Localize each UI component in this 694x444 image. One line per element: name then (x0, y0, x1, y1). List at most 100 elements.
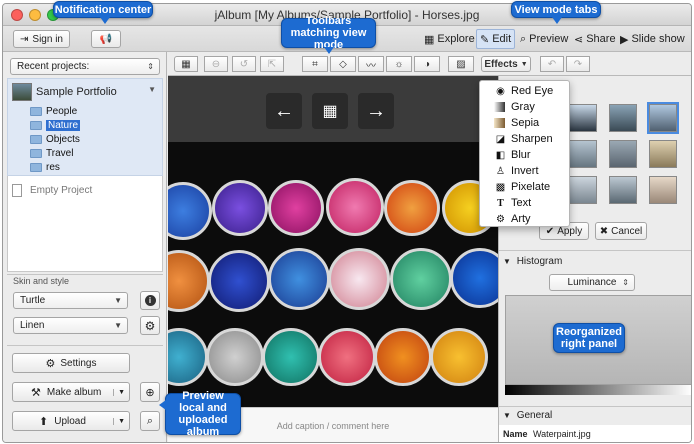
menu-item-label: Text (511, 197, 532, 209)
folder-icon (30, 163, 42, 172)
menu-item-text[interactable]: T Text (494, 195, 531, 211)
cancel-button[interactable]: ✖ Cancel (595, 222, 647, 240)
crop-button[interactable]: ⌗ (302, 56, 328, 72)
curves-button[interactable]: 〰 (358, 56, 384, 72)
effect-preview-thumb[interactable] (649, 176, 677, 204)
thumbnails-view-button[interactable]: ▦ (174, 56, 198, 72)
menu-item-label: Arty (511, 213, 531, 225)
folder-nature[interactable]: Nature (30, 119, 81, 132)
histogram-header[interactable]: ▼ Histogram (503, 256, 562, 267)
folder-travel[interactable]: Travel (30, 147, 73, 160)
checkmark-icon: ✔ (545, 225, 555, 237)
chevron-down-icon[interactable]: ▼ (113, 388, 125, 396)
callout-text: View mode tabs (514, 3, 598, 16)
skin-select[interactable]: Turtle ▼ (13, 292, 128, 309)
effect-preview-thumb[interactable] (569, 140, 597, 168)
callout-notification-center: Notification center (53, 1, 153, 24)
skin-settings-button[interactable]: ⚙ (140, 316, 160, 335)
document-icon (12, 184, 22, 197)
preview-uploaded-button[interactable]: ⌕ (140, 411, 160, 431)
tab-preview[interactable]: ⌕ Preview (517, 29, 571, 49)
next-image-button[interactable]: → (358, 93, 394, 129)
folder-objects[interactable]: Objects (30, 133, 80, 146)
general-properties: Name Waterpaint.jpg (499, 425, 691, 442)
project-dropdown-icon[interactable]: ▼ (148, 85, 156, 94)
tab-explore[interactable]: ▦ Explore (421, 29, 478, 49)
effects-button[interactable]: Effects ▼ (481, 56, 531, 72)
tab-edit[interactable]: ✎ Edit (476, 29, 516, 49)
image-adjust-button[interactable]: ▨ (448, 56, 474, 72)
rotate-left-icon: ↺ (239, 58, 249, 70)
skin-info-button[interactable]: i (140, 291, 160, 310)
brightness-button[interactable]: ☼ (386, 56, 412, 72)
general-header[interactable]: ▼ General (503, 410, 552, 421)
effect-preview-thumb[interactable] (609, 104, 637, 132)
grid-icon: ▦ (424, 33, 435, 46)
sun-icon: ☼ (394, 58, 404, 70)
arrow-right-icon: → (366, 99, 386, 122)
gray-swatch-icon (494, 102, 505, 112)
settings-button[interactable]: ⚙ Settings (12, 353, 130, 373)
menu-item-sepia[interactable]: Sepia (494, 115, 539, 131)
general-label: General (516, 410, 553, 421)
chevron-down-icon[interactable]: ▼ (113, 417, 125, 425)
effect-preview-thumb[interactable] (649, 140, 677, 168)
upload-button[interactable]: ⬆ Upload ▼ (12, 411, 130, 431)
undo-button[interactable]: ↶ (540, 56, 564, 72)
contrast-button[interactable]: ◑ (414, 56, 440, 72)
histogram-label: Histogram (516, 256, 563, 267)
magnifier-icon: ⌕ (520, 32, 527, 45)
tab-slideshow-label: Slide show (631, 33, 685, 45)
previous-image-button[interactable]: ← (266, 93, 302, 129)
preview-local-button[interactable]: ⊕ (140, 382, 160, 402)
effect-preview-thumb[interactable] (609, 176, 637, 204)
divider (499, 406, 691, 407)
histogram-mode-select[interactable]: Luminance ⇕ (549, 274, 635, 291)
effect-preview-thumb[interactable] (647, 102, 679, 134)
menu-item-red-eye[interactable]: ◉ Red Eye (494, 83, 553, 99)
upload-icon: ⬆ (39, 415, 49, 428)
blur-icon: ◧ (495, 149, 506, 161)
make-album-button[interactable]: ⚒ Make album ▼ (12, 382, 130, 402)
style-select[interactable]: Linen ▼ (13, 317, 128, 334)
tab-preview-label: Preview (529, 33, 569, 45)
empty-project-item[interactable]: Empty Project (30, 185, 92, 196)
callout-reorganized-panel: Reorganized right panel (553, 323, 625, 353)
zoom-in-icon: ⊕ (145, 386, 155, 399)
tab-share[interactable]: ⋖ Share (571, 29, 619, 49)
menu-item-gray[interactable]: Gray (494, 99, 535, 115)
menu-item-pixelate[interactable]: ▩ Pixelate (494, 179, 550, 195)
redo-button[interactable]: ↷ (566, 56, 590, 72)
info-icon: i (144, 295, 156, 306)
curves-icon: 〰 (366, 60, 376, 72)
menu-item-arty[interactable]: ⚙ Arty (494, 211, 531, 227)
project-name[interactable]: Sample Portfolio (36, 86, 117, 98)
recent-projects-select[interactable]: Recent projects: ⇕ (10, 58, 160, 75)
open-external-button[interactable]: ⇱ (260, 56, 284, 72)
skin-style-label: Skin and style (13, 276, 70, 286)
folder-res[interactable]: res (30, 161, 60, 174)
close-icon: ✖ (599, 225, 609, 237)
tab-edit-label: Edit (492, 33, 512, 45)
effect-preview-thumb[interactable] (569, 176, 597, 204)
play-icon: ▶ (620, 33, 629, 46)
straighten-button[interactable]: ◇ (330, 56, 356, 72)
photo-image (168, 142, 498, 407)
sign-in-button[interactable]: ⇥ Sign in (13, 30, 70, 48)
rotate-left-button[interactable]: ↺ (232, 56, 256, 72)
thumbnails-button[interactable]: ▦ (312, 93, 348, 129)
effect-preview-thumb[interactable] (609, 140, 637, 168)
callout-text: Notification center (54, 3, 152, 16)
effect-preview-thumb[interactable] (569, 104, 597, 132)
delete-button[interactable]: ⊖ (204, 56, 228, 72)
notification-center-button[interactable]: 📢 (91, 30, 121, 48)
recent-projects-label: Recent projects: (17, 61, 90, 72)
gear-icon: ⚙ (496, 213, 505, 225)
folder-icon (30, 121, 42, 130)
folder-people[interactable]: People (30, 105, 77, 118)
menu-item-invert[interactable]: ♙ Invert (494, 163, 539, 179)
menu-item-sharpen[interactable]: ◪ Sharpen (494, 131, 553, 147)
magnifier-icon: ⌕ (146, 414, 154, 427)
tab-slideshow[interactable]: ▶ Slide show (617, 29, 688, 49)
menu-item-blur[interactable]: ◧ Blur (494, 147, 531, 163)
